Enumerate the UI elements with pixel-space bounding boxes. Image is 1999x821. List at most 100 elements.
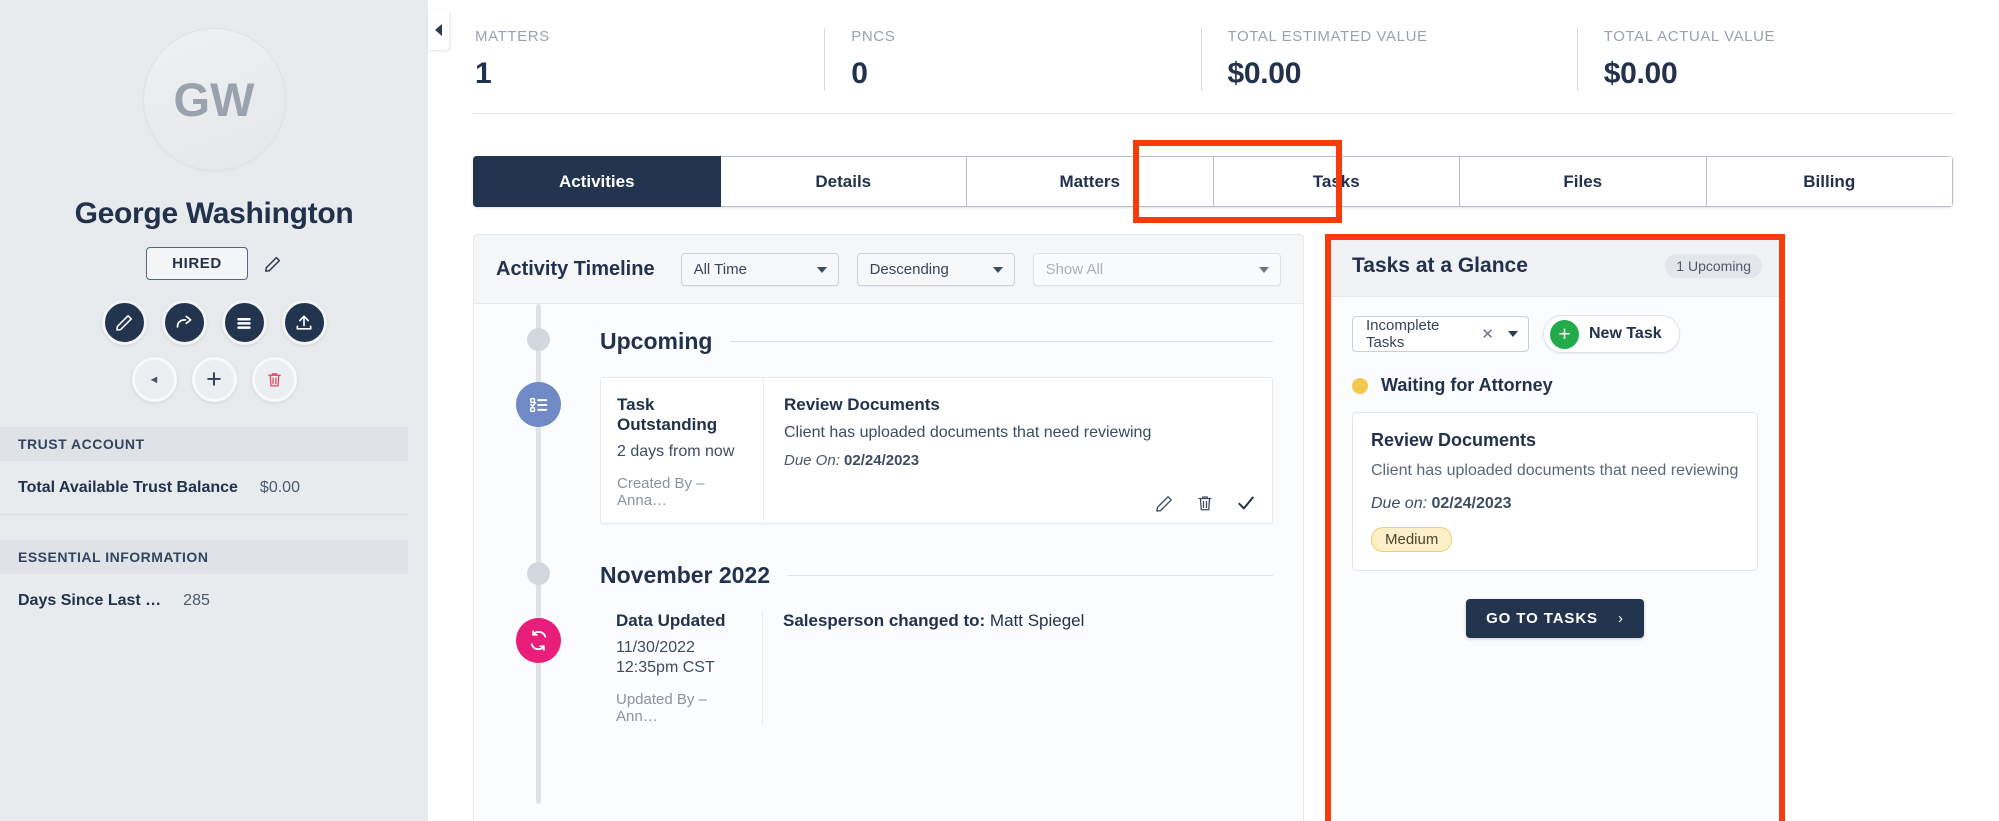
arrow-forward-icon bbox=[176, 315, 191, 328]
timeline-group-upcoming: Upcoming Task Outstanding 2 days from no… bbox=[474, 304, 1303, 524]
tab-bar-container: Activities Details Matters Tasks Files B… bbox=[473, 140, 1953, 223]
timeline-entry-due-label: Due On: bbox=[784, 452, 840, 469]
chevron-down-icon bbox=[1508, 331, 1518, 337]
task-card[interactable]: Review Documents Client has uploaded doc… bbox=[1352, 412, 1758, 571]
tab-tasks[interactable]: Tasks bbox=[1213, 156, 1460, 207]
collapse-actions-button[interactable]: ◄ bbox=[131, 357, 177, 402]
timeline-entry-change: Salesperson changed to: Matt Spiegel bbox=[763, 611, 1273, 725]
timeline-entry-update: Data Updated 11/30/2022 12:35pm CST Upda… bbox=[600, 611, 1273, 725]
pencil-icon[interactable] bbox=[264, 255, 282, 273]
timeline-group-title-row: November 2022 bbox=[474, 562, 1303, 589]
tab-billing[interactable]: Billing bbox=[1706, 156, 1953, 207]
tab-details[interactable]: Details bbox=[720, 156, 967, 207]
tasks-at-a-glance-panel: Tasks at a Glance 1 Upcoming Incomplete … bbox=[1325, 234, 1785, 821]
timeline-entry-change-value: Matt Spiegel bbox=[989, 611, 1085, 630]
tab-bar: Activities Details Matters Tasks Files B… bbox=[473, 156, 1953, 207]
timeline-entry-when: 2 days from now bbox=[617, 443, 735, 460]
timeline-entry-detail: Review Documents Client has uploaded doc… bbox=[764, 378, 1272, 523]
add-button[interactable]: + bbox=[191, 357, 237, 402]
notes-button[interactable] bbox=[221, 300, 267, 345]
activity-timeline-header: Activity Timeline All Time Descending Sh… bbox=[474, 235, 1303, 304]
edit-client-button[interactable] bbox=[101, 300, 147, 345]
timeline-group-title-row: Upcoming bbox=[474, 328, 1303, 355]
stat-label: TOTAL ACTUAL VALUE bbox=[1603, 28, 1776, 45]
status-row: HIRED bbox=[0, 247, 428, 280]
timeline-group-dot bbox=[527, 562, 550, 585]
divider bbox=[730, 341, 1273, 342]
tab-activities[interactable]: Activities bbox=[473, 156, 721, 207]
chevron-down-icon bbox=[1258, 266, 1269, 273]
client-sidebar: GW George Washington HIRED ◄ + TRUST ACC… bbox=[0, 0, 428, 821]
status-badge[interactable]: HIRED bbox=[146, 247, 248, 280]
client-name: George Washington bbox=[74, 197, 354, 230]
timeline-entry-change-text: Salesperson changed to: Matt Spiegel bbox=[783, 611, 1273, 631]
timeline-entry-date: 11/30/2022 bbox=[616, 639, 695, 656]
activity-timeline-card: Activity Timeline All Time Descending Sh… bbox=[473, 234, 1304, 821]
timeline-node-task bbox=[516, 382, 561, 427]
trust-balance-row: Total Available Trust Balance $0.00 bbox=[0, 461, 408, 515]
time-range-select[interactable]: All Time bbox=[680, 253, 839, 286]
divider bbox=[788, 575, 1273, 576]
client-action-buttons bbox=[0, 300, 428, 345]
tab-files[interactable]: Files bbox=[1460, 156, 1707, 207]
go-to-tasks-wrap: GO TO TASKS › bbox=[1326, 598, 1784, 638]
delete-button[interactable] bbox=[251, 357, 297, 402]
forward-client-button[interactable] bbox=[161, 300, 207, 345]
tasks-at-a-glance-container: Tasks at a Glance 1 Upcoming Incomplete … bbox=[1325, 234, 1785, 821]
task-description: Client has uploaded documents that need … bbox=[1371, 462, 1739, 479]
upload-icon bbox=[296, 315, 312, 330]
client-profile-page: GW George Washington HIRED ◄ + TRUST ACC… bbox=[0, 0, 1999, 821]
upload-button[interactable] bbox=[281, 300, 327, 345]
activity-timeline-title: Activity Timeline bbox=[496, 258, 655, 280]
checklist-icon bbox=[529, 397, 547, 412]
tasks-panel-header: Tasks at a Glance 1 Upcoming bbox=[1326, 235, 1784, 297]
timeline-entry-due: Due On: 02/24/2023 bbox=[784, 452, 1254, 469]
timeline-entry-actions bbox=[1155, 493, 1256, 513]
go-to-tasks-button[interactable]: GO TO TASKS › bbox=[1466, 598, 1644, 638]
delete-activity-icon[interactable] bbox=[1196, 494, 1214, 512]
task-due-date: 02/24/2023 bbox=[1431, 494, 1512, 512]
timeline-entry-updated-by: Updated By – Ann… bbox=[616, 691, 707, 725]
avatar-initials: GW bbox=[173, 73, 255, 126]
show-filter-select[interactable]: Show All bbox=[1032, 253, 1281, 286]
timeline-entry-created-by: Created By – Anna… bbox=[617, 475, 705, 509]
time-range-value: All Time bbox=[693, 261, 747, 278]
caret-left-icon: ◄ bbox=[148, 373, 160, 386]
stat-total-estimated-value: TOTAL ESTIMATED VALUE $0.00 bbox=[1200, 28, 1577, 91]
complete-activity-icon[interactable] bbox=[1236, 493, 1256, 513]
days-since-last-row: Days Since Last … 285 bbox=[0, 574, 408, 627]
timeline-entry-due-date: 02/24/2023 bbox=[844, 452, 920, 469]
new-task-button[interactable]: + New Task bbox=[1543, 315, 1680, 353]
summary-stats-bar: MATTERS 1 PNCs 0 TOTAL ESTIMATED VALUE $… bbox=[473, 0, 1953, 114]
stat-label: TOTAL ESTIMATED VALUE bbox=[1227, 28, 1428, 45]
task-title: Review Documents bbox=[1371, 430, 1537, 450]
edit-activity-icon[interactable] bbox=[1155, 494, 1174, 513]
list-lines-icon bbox=[237, 317, 251, 329]
trust-balance-label: Total Available Trust Balance bbox=[18, 479, 238, 496]
show-filter-placeholder: Show All bbox=[1045, 261, 1104, 278]
activities-content: Activity Timeline All Time Descending Sh… bbox=[473, 234, 1999, 821]
trust-balance-value: $0.00 bbox=[259, 479, 300, 496]
task-due-label: Due on: bbox=[1371, 494, 1428, 512]
stat-total-actual-value: TOTAL ACTUAL VALUE $0.00 bbox=[1576, 28, 1953, 91]
tab-matters[interactable]: Matters bbox=[967, 156, 1214, 207]
sidebar-collapse-toggle[interactable] bbox=[428, 10, 449, 50]
timeline-entry-description: Client has uploaded documents that need … bbox=[784, 424, 1152, 441]
sort-order-select[interactable]: Descending bbox=[856, 253, 1015, 286]
timeline-entry-card: Task Outstanding 2 days from now Created… bbox=[600, 377, 1273, 524]
caret-left-icon bbox=[435, 24, 442, 36]
timeline-entry-time: 12:35pm CST bbox=[616, 659, 715, 676]
task-filter-select[interactable]: Incomplete Tasks ✕ bbox=[1352, 316, 1529, 352]
stat-value: $0.00 bbox=[1603, 57, 1678, 90]
task-priority-badge: Medium bbox=[1371, 526, 1453, 552]
avatar-container: GW bbox=[0, 28, 428, 171]
timeline-entry-meta: Task Outstanding 2 days from now Created… bbox=[601, 378, 764, 523]
timeline-entry-change-label: Salesperson changed to: bbox=[783, 611, 986, 630]
tasks-upcoming-badge: 1 Upcoming bbox=[1665, 253, 1762, 278]
task-due: Due on: 02/24/2023 bbox=[1371, 495, 1739, 513]
task-status-group: Waiting for Attorney bbox=[1326, 353, 1784, 396]
timeline-entry-title: Review Documents bbox=[784, 395, 940, 414]
stat-label: MATTERS bbox=[475, 28, 550, 45]
chevron-down-icon bbox=[816, 266, 827, 273]
close-icon[interactable]: ✕ bbox=[1481, 325, 1494, 343]
